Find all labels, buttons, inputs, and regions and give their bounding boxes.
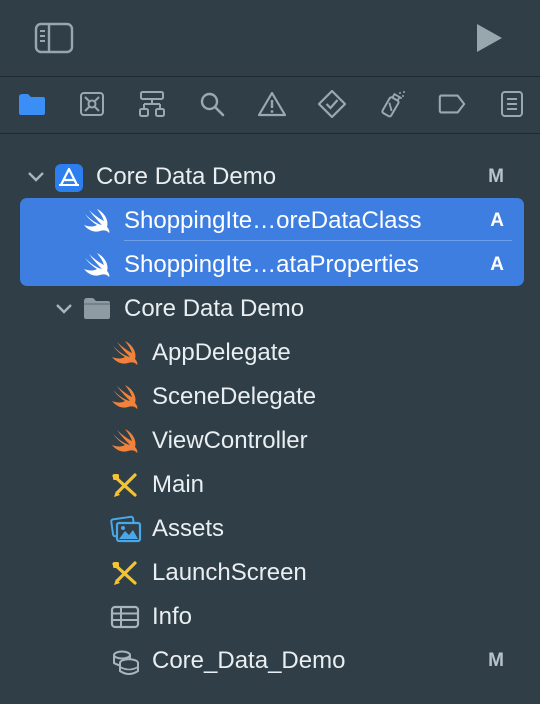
hierarchy-icon[interactable] (137, 89, 167, 119)
tree-row-file[interactable]: ShoppingIte…ataProperties A (0, 243, 540, 287)
diamond-check-icon[interactable] (317, 89, 347, 119)
navigator-toolbar (0, 0, 540, 76)
tree-row-label: ViewController (152, 427, 308, 454)
status-badge: M (488, 650, 504, 671)
tree-row-file[interactable]: Assets (0, 507, 540, 551)
asset-catalog-icon (110, 515, 142, 543)
magnifier-icon[interactable] (197, 89, 227, 119)
tag-icon[interactable] (437, 89, 467, 119)
tree-row-label: Assets (152, 515, 225, 542)
tree-row-project[interactable]: Core Data Demo M (0, 155, 540, 199)
tree-row-file[interactable]: Core_Data_Demo M (0, 639, 540, 683)
storyboard-icon (110, 559, 140, 587)
tree-row-file[interactable]: ShoppingIte…oreDataClass A (0, 199, 540, 243)
tree-row-file[interactable]: LaunchScreen (0, 551, 540, 595)
swift-file-icon (110, 339, 140, 367)
plist-table-icon (110, 603, 140, 631)
storyboard-icon (110, 471, 140, 499)
tree-row-label: LaunchScreen (152, 559, 307, 586)
data-model-icon (110, 647, 140, 675)
tree-row-label: AppDelegate (152, 339, 291, 366)
tree-row-label: Main (152, 471, 205, 498)
swift-file-icon (82, 207, 112, 235)
tree-row-label: Core Data Demo (96, 163, 277, 190)
play-icon[interactable] (472, 20, 506, 56)
tree-row-label: Info (152, 603, 193, 630)
spray-icon[interactable] (377, 89, 407, 119)
status-badge: M (488, 166, 504, 187)
folder-icon[interactable] (17, 89, 47, 119)
tabs-divider (0, 133, 540, 134)
tree-row-file[interactable]: SceneDelegate (0, 375, 540, 419)
tree-row-file[interactable]: Info (0, 595, 540, 639)
warning-icon[interactable] (257, 89, 287, 119)
tree-row-label: ShoppingIte…ataProperties (124, 251, 419, 278)
navigator-selector-bar (0, 77, 540, 133)
chevron-down-icon[interactable] (54, 299, 74, 319)
status-badge: A (490, 210, 504, 231)
tree-row-file[interactable]: ViewController (0, 419, 540, 463)
tree-row-label: Core_Data_Demo (152, 647, 346, 674)
tree-row-file[interactable]: AppDelegate (0, 331, 540, 375)
tree-row-label: Core Data Demo (124, 295, 305, 322)
tree-row-label: ShoppingIte…oreDataClass (124, 207, 422, 234)
status-badge: A (490, 254, 504, 275)
xcode-project-icon (54, 163, 84, 192)
folder-icon (82, 295, 112, 323)
tree-row-group[interactable]: Core Data Demo (0, 287, 540, 331)
swift-file-icon (110, 427, 140, 455)
chevron-down-icon[interactable] (26, 167, 46, 187)
sidebar-toggle-icon[interactable] (34, 22, 74, 54)
swift-file-icon (110, 383, 140, 411)
swift-file-icon (82, 251, 112, 279)
tree-row-label: SceneDelegate (152, 383, 317, 410)
list-icon[interactable] (497, 89, 527, 119)
project-navigator: Core Data Demo M ShoppingIte…oreDataClas… (0, 0, 540, 704)
source-control-icon[interactable] (77, 89, 107, 119)
tree-row-file[interactable]: Main (0, 463, 540, 507)
